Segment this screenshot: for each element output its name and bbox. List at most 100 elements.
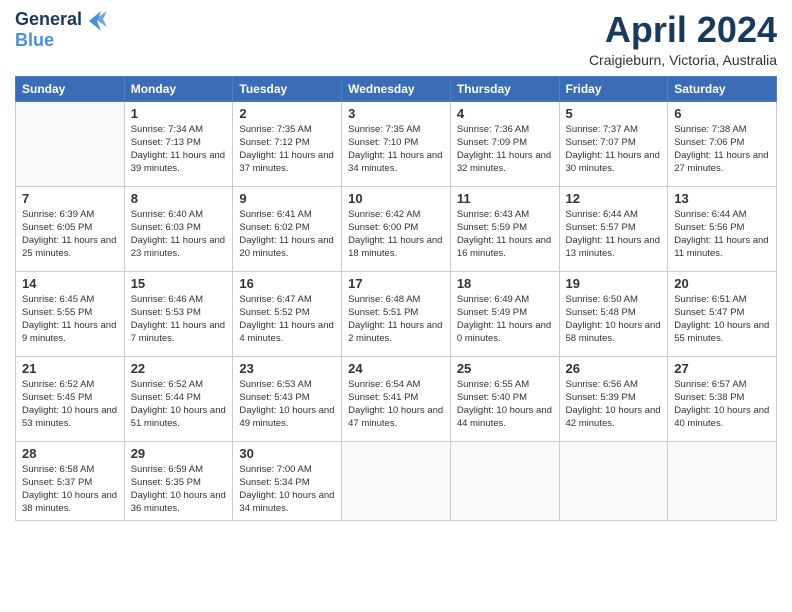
calendar-header-row: Sunday Monday Tuesday Wednesday Thursday… bbox=[16, 76, 777, 101]
table-row: 30 Sunrise: 7:00 AMSunset: 5:34 PMDaylig… bbox=[233, 441, 342, 520]
table-row: 11 Sunrise: 6:43 AMSunset: 5:59 PMDaylig… bbox=[450, 186, 559, 271]
table-row: 23 Sunrise: 6:53 AMSunset: 5:43 PMDaylig… bbox=[233, 356, 342, 441]
day-number: 18 bbox=[457, 276, 553, 291]
col-monday: Monday bbox=[124, 76, 233, 101]
header: General Blue April 2024 Craigieburn, Vic… bbox=[15, 10, 777, 68]
col-wednesday: Wednesday bbox=[342, 76, 451, 101]
table-row: 10 Sunrise: 6:42 AMSunset: 6:00 PMDaylig… bbox=[342, 186, 451, 271]
col-tuesday: Tuesday bbox=[233, 76, 342, 101]
page: General Blue April 2024 Craigieburn, Vic… bbox=[0, 0, 792, 612]
day-number: 22 bbox=[131, 361, 227, 376]
day-info: Sunrise: 6:45 AMSunset: 5:55 PMDaylight:… bbox=[22, 293, 118, 346]
table-row bbox=[342, 441, 451, 520]
day-info: Sunrise: 6:46 AMSunset: 5:53 PMDaylight:… bbox=[131, 293, 227, 346]
day-info: Sunrise: 6:51 AMSunset: 5:47 PMDaylight:… bbox=[674, 293, 770, 346]
day-number: 1 bbox=[131, 106, 227, 121]
day-number: 6 bbox=[674, 106, 770, 121]
day-number: 23 bbox=[239, 361, 335, 376]
table-row: 15 Sunrise: 6:46 AMSunset: 5:53 PMDaylig… bbox=[124, 271, 233, 356]
day-number: 29 bbox=[131, 446, 227, 461]
day-info: Sunrise: 6:48 AMSunset: 5:51 PMDaylight:… bbox=[348, 293, 444, 346]
day-number: 26 bbox=[566, 361, 662, 376]
table-row: 29 Sunrise: 6:59 AMSunset: 5:35 PMDaylig… bbox=[124, 441, 233, 520]
day-number: 8 bbox=[131, 191, 227, 206]
location: Craigieburn, Victoria, Australia bbox=[589, 52, 777, 68]
day-number: 9 bbox=[239, 191, 335, 206]
day-info: Sunrise: 7:37 AMSunset: 7:07 PMDaylight:… bbox=[566, 123, 662, 176]
day-number: 30 bbox=[239, 446, 335, 461]
day-number: 19 bbox=[566, 276, 662, 291]
day-number: 4 bbox=[457, 106, 553, 121]
col-saturday: Saturday bbox=[668, 76, 777, 101]
day-info: Sunrise: 6:39 AMSunset: 6:05 PMDaylight:… bbox=[22, 208, 118, 261]
table-row: 2 Sunrise: 7:35 AMSunset: 7:12 PMDayligh… bbox=[233, 101, 342, 186]
day-info: Sunrise: 6:49 AMSunset: 5:49 PMDaylight:… bbox=[457, 293, 553, 346]
day-number: 27 bbox=[674, 361, 770, 376]
table-row: 24 Sunrise: 6:54 AMSunset: 5:41 PMDaylig… bbox=[342, 356, 451, 441]
table-row: 27 Sunrise: 6:57 AMSunset: 5:38 PMDaylig… bbox=[668, 356, 777, 441]
day-number: 7 bbox=[22, 191, 118, 206]
day-info: Sunrise: 6:56 AMSunset: 5:39 PMDaylight:… bbox=[566, 378, 662, 431]
day-info: Sunrise: 6:53 AMSunset: 5:43 PMDaylight:… bbox=[239, 378, 335, 431]
table-row: 25 Sunrise: 6:55 AMSunset: 5:40 PMDaylig… bbox=[450, 356, 559, 441]
table-row: 14 Sunrise: 6:45 AMSunset: 5:55 PMDaylig… bbox=[16, 271, 125, 356]
day-info: Sunrise: 6:54 AMSunset: 5:41 PMDaylight:… bbox=[348, 378, 444, 431]
day-number: 13 bbox=[674, 191, 770, 206]
day-info: Sunrise: 6:57 AMSunset: 5:38 PMDaylight:… bbox=[674, 378, 770, 431]
table-row: 22 Sunrise: 6:52 AMSunset: 5:44 PMDaylig… bbox=[124, 356, 233, 441]
table-row: 5 Sunrise: 7:37 AMSunset: 7:07 PMDayligh… bbox=[559, 101, 668, 186]
table-row: 18 Sunrise: 6:49 AMSunset: 5:49 PMDaylig… bbox=[450, 271, 559, 356]
logo-bird-icon bbox=[89, 11, 111, 31]
table-row: 7 Sunrise: 6:39 AMSunset: 6:05 PMDayligh… bbox=[16, 186, 125, 271]
day-info: Sunrise: 6:40 AMSunset: 6:03 PMDaylight:… bbox=[131, 208, 227, 261]
day-info: Sunrise: 6:43 AMSunset: 5:59 PMDaylight:… bbox=[457, 208, 553, 261]
table-row: 1 Sunrise: 7:34 AMSunset: 7:13 PMDayligh… bbox=[124, 101, 233, 186]
day-info: Sunrise: 6:59 AMSunset: 5:35 PMDaylight:… bbox=[131, 463, 227, 516]
table-row: 6 Sunrise: 7:38 AMSunset: 7:06 PMDayligh… bbox=[668, 101, 777, 186]
table-row: 17 Sunrise: 6:48 AMSunset: 5:51 PMDaylig… bbox=[342, 271, 451, 356]
day-info: Sunrise: 7:34 AMSunset: 7:13 PMDaylight:… bbox=[131, 123, 227, 176]
day-info: Sunrise: 6:47 AMSunset: 5:52 PMDaylight:… bbox=[239, 293, 335, 346]
day-info: Sunrise: 6:58 AMSunset: 5:37 PMDaylight:… bbox=[22, 463, 118, 516]
day-number: 3 bbox=[348, 106, 444, 121]
day-number: 16 bbox=[239, 276, 335, 291]
day-info: Sunrise: 6:42 AMSunset: 6:00 PMDaylight:… bbox=[348, 208, 444, 261]
day-number: 14 bbox=[22, 276, 118, 291]
day-number: 17 bbox=[348, 276, 444, 291]
table-row: 21 Sunrise: 6:52 AMSunset: 5:45 PMDaylig… bbox=[16, 356, 125, 441]
day-info: Sunrise: 6:55 AMSunset: 5:40 PMDaylight:… bbox=[457, 378, 553, 431]
day-info: Sunrise: 6:52 AMSunset: 5:45 PMDaylight:… bbox=[22, 378, 118, 431]
table-row: 19 Sunrise: 6:50 AMSunset: 5:48 PMDaylig… bbox=[559, 271, 668, 356]
table-row bbox=[559, 441, 668, 520]
day-info: Sunrise: 7:36 AMSunset: 7:09 PMDaylight:… bbox=[457, 123, 553, 176]
table-row: 12 Sunrise: 6:44 AMSunset: 5:57 PMDaylig… bbox=[559, 186, 668, 271]
day-number: 28 bbox=[22, 446, 118, 461]
day-info: Sunrise: 6:44 AMSunset: 5:57 PMDaylight:… bbox=[566, 208, 662, 261]
col-sunday: Sunday bbox=[16, 76, 125, 101]
day-number: 5 bbox=[566, 106, 662, 121]
day-info: Sunrise: 7:35 AMSunset: 7:10 PMDaylight:… bbox=[348, 123, 444, 176]
table-row: 3 Sunrise: 7:35 AMSunset: 7:10 PMDayligh… bbox=[342, 101, 451, 186]
day-number: 12 bbox=[566, 191, 662, 206]
title-block: April 2024 Craigieburn, Victoria, Austra… bbox=[589, 10, 777, 68]
table-row: 16 Sunrise: 6:47 AMSunset: 5:52 PMDaylig… bbox=[233, 271, 342, 356]
table-row bbox=[16, 101, 125, 186]
table-row: 28 Sunrise: 6:58 AMSunset: 5:37 PMDaylig… bbox=[16, 441, 125, 520]
table-row bbox=[668, 441, 777, 520]
day-number: 25 bbox=[457, 361, 553, 376]
logo-brand: General Blue bbox=[15, 10, 111, 51]
table-row bbox=[450, 441, 559, 520]
month-title: April 2024 bbox=[589, 10, 777, 50]
table-row: 9 Sunrise: 6:41 AMSunset: 6:02 PMDayligh… bbox=[233, 186, 342, 271]
day-info: Sunrise: 6:50 AMSunset: 5:48 PMDaylight:… bbox=[566, 293, 662, 346]
table-row: 8 Sunrise: 6:40 AMSunset: 6:03 PMDayligh… bbox=[124, 186, 233, 271]
day-info: Sunrise: 7:35 AMSunset: 7:12 PMDaylight:… bbox=[239, 123, 335, 176]
table-row: 26 Sunrise: 6:56 AMSunset: 5:39 PMDaylig… bbox=[559, 356, 668, 441]
day-number: 10 bbox=[348, 191, 444, 206]
day-number: 24 bbox=[348, 361, 444, 376]
day-info: Sunrise: 7:00 AMSunset: 5:34 PMDaylight:… bbox=[239, 463, 335, 516]
col-friday: Friday bbox=[559, 76, 668, 101]
calendar-table: Sunday Monday Tuesday Wednesday Thursday… bbox=[15, 76, 777, 521]
day-info: Sunrise: 6:52 AMSunset: 5:44 PMDaylight:… bbox=[131, 378, 227, 431]
col-thursday: Thursday bbox=[450, 76, 559, 101]
